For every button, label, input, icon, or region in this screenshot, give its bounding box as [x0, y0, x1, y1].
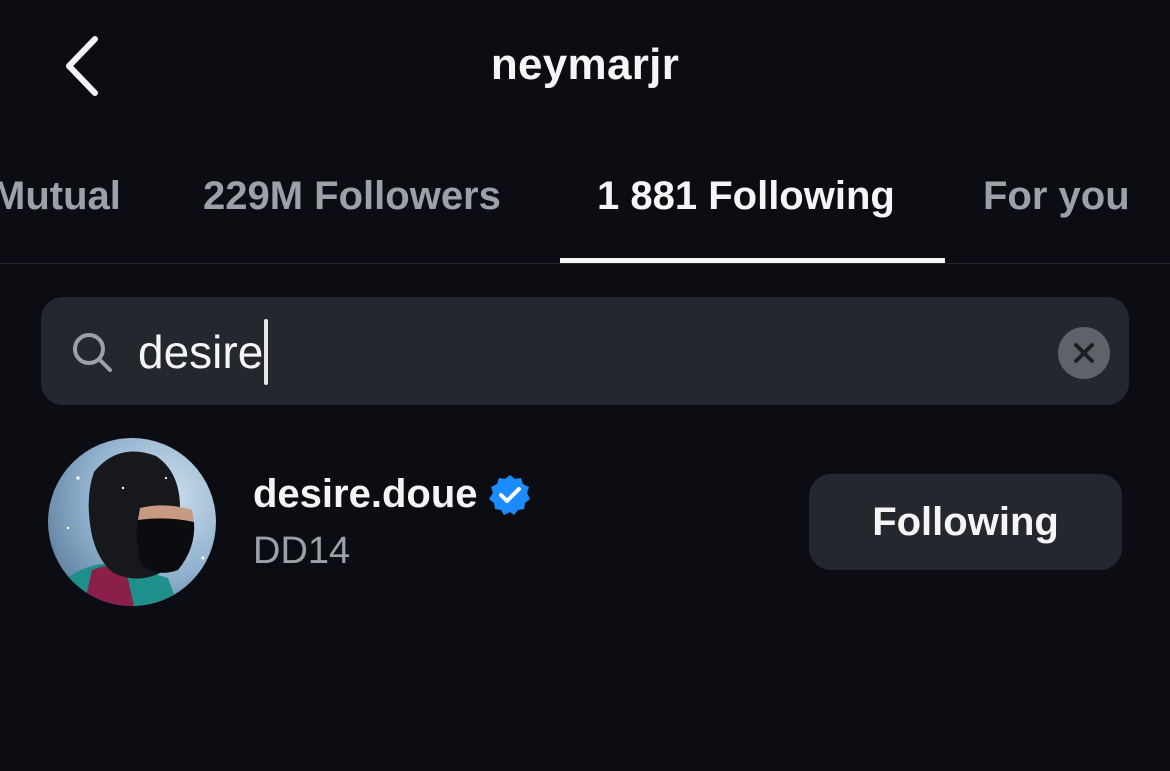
search-icon [73, 333, 112, 372]
tab-bar: Mutual 229M Followers 1 881 Following Fo… [0, 150, 1170, 264]
avatar[interactable] [48, 438, 216, 606]
full-name: DD14 [253, 530, 351, 572]
tabs-divider [0, 263, 1170, 264]
username[interactable]: desire.doue [253, 472, 478, 517]
username-line: desire.doue [253, 472, 532, 517]
list-item[interactable]: desire.doue DD14 Following [0, 430, 1170, 620]
verified-badge-icon [488, 474, 530, 515]
avatar-image [48, 438, 216, 606]
search-input-value: desire [138, 326, 264, 378]
tab-mutual[interactable]: Mutual [0, 174, 121, 219]
header: neymarjr [0, 0, 1170, 130]
following-button[interactable]: Following [809, 474, 1122, 570]
search-input[interactable]: desire [138, 318, 1018, 386]
tab-for-you[interactable]: For you [983, 174, 1130, 219]
tab-followers[interactable]: 229M Followers [203, 174, 501, 219]
page-title: neymarjr [490, 40, 680, 89]
following-screen: neymarjr Mutual 229M Followers 1 881 Fol… [0, 0, 1170, 771]
clear-search-button[interactable] [1058, 327, 1110, 379]
tab-following[interactable]: 1 881 Following [597, 174, 895, 219]
clear-icon [1074, 343, 1094, 363]
text-caret [264, 319, 269, 385]
